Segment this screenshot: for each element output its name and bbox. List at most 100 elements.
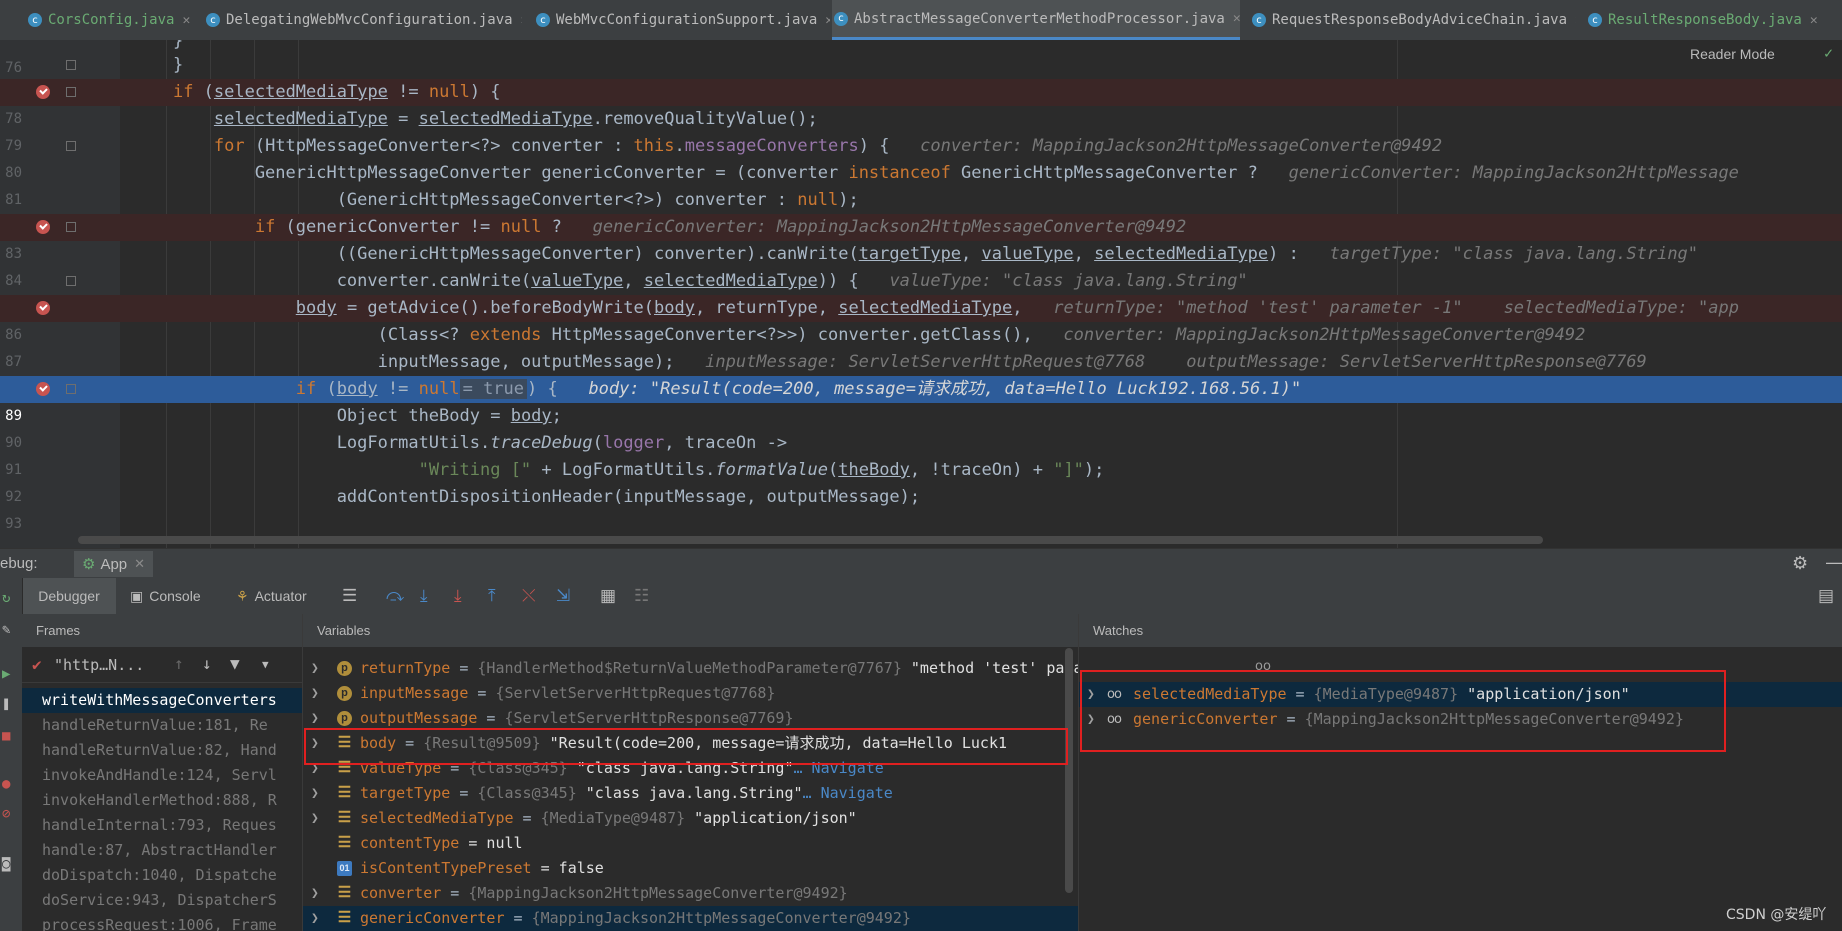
breakpoint-icon[interactable] (36, 301, 50, 315)
code-line: 87 (Class<? extends HttpMessageConverter… (5, 325, 1586, 370)
close-icon[interactable]: ✕ (182, 13, 190, 28)
expand-arrow-icon[interactable]: ❯ (311, 681, 319, 706)
close-icon[interactable]: ✕ (1233, 11, 1240, 26)
frame-item[interactable]: handleReturnValue:181, Re (22, 713, 302, 738)
run-config-tab-app[interactable]: ⚙ App ✕ (74, 551, 154, 577)
frame-item[interactable]: doDispatch:1040, Dispatche (22, 863, 302, 888)
breakpoint-icon[interactable] (36, 220, 50, 234)
class-icon: c (1588, 13, 1602, 27)
expand-arrow-icon[interactable]: ❯ (311, 656, 319, 681)
vertical-scrollbar[interactable] (1065, 648, 1073, 893)
code-editor[interactable]: 76 } 77 } 78 if (selectedMediaType != nu… (0, 40, 1842, 548)
tab-console[interactable]: ▣ Console (130, 578, 201, 614)
expand-arrow-icon[interactable]: ❯ (311, 781, 319, 806)
variable-row[interactable]: ☰ contentType = null (303, 831, 1078, 856)
close-icon[interactable]: ✕ (521, 13, 522, 28)
step-out-icon[interactable]: ⤒ (488, 586, 496, 606)
tab-debugger-label: Debugger (38, 588, 100, 604)
variable-row[interactable]: ❯ ☰ targetType = {Class@345} "class java… (303, 781, 1078, 806)
layout-icon[interactable]: ▤ (1818, 586, 1834, 606)
frame-item[interactable]: handleInternal:793, Reques (22, 813, 302, 838)
minimize-icon[interactable]: — (1826, 552, 1842, 573)
tab-actuator[interactable]: ⚘ Actuator (236, 578, 307, 614)
frame-item[interactable]: handleReturnValue:82, Hand (22, 738, 302, 763)
close-icon[interactable]: ✕ (1810, 13, 1818, 28)
expand-arrow-icon[interactable]: ❯ (311, 806, 319, 831)
fold-icon[interactable] (66, 87, 76, 97)
tab-abstract-message-converter[interactable]: c AbstractMessageConverterMethodProcesso… (832, 0, 1240, 40)
fold-icon[interactable] (66, 384, 76, 394)
drop-frame-icon[interactable]: ⤬ (522, 586, 536, 606)
chevron-down-icon[interactable]: ▼ (262, 658, 269, 671)
breakpoint-icon[interactable] (36, 382, 50, 396)
frame-item[interactable]: invokeAndHandle:124, Servl (22, 763, 302, 788)
horizontal-scrollbar[interactable] (78, 536, 1543, 544)
tab-result-response-body[interactable]: c ResultResponseBody.java ✕ (1586, 0, 1842, 40)
fold-icon[interactable] (66, 141, 76, 151)
close-icon[interactable]: ✕ (1575, 13, 1576, 28)
tab-webmvc-config-support[interactable]: c WebMvcConfigurationSupport.java ✕ (534, 0, 830, 40)
tab-request-response-body-advice[interactable]: c RequestResponseBodyAdviceChain.java ✕ (1250, 0, 1576, 40)
variable-row[interactable]: ❯ ☰ genericConverter = {MappingJackson2H… (303, 906, 1078, 931)
force-step-into-icon[interactable]: ⤓ (454, 586, 462, 606)
close-icon[interactable]: ✕ (825, 13, 830, 28)
variables-panel: Variables ❯ p returnType = {HandlerMetho… (303, 614, 1079, 931)
run-to-cursor-icon[interactable]: ⇲ (556, 586, 570, 606)
tab-delegating-webmvc[interactable]: c DelegatingWebMvcConfiguration.java ✕ (204, 0, 522, 40)
code-line: 81 GenericHttpMessageConverter genericCo… (5, 163, 1739, 208)
camera-icon[interactable]: ◙ (2, 856, 10, 872)
evaluate-expression-icon[interactable]: ▦ (600, 586, 616, 606)
arrow-down-icon[interactable]: ↓ (202, 654, 212, 673)
fold-icon[interactable] (66, 276, 76, 286)
expand-arrow-icon[interactable]: ❯ (311, 881, 319, 906)
code-line: 79 selectedMediaType = selectedMediaType… (5, 109, 818, 154)
step-over-icon[interactable]: ⤼ (386, 586, 404, 606)
expand-arrow-icon[interactable]: ❯ (311, 906, 319, 931)
wrench-icon[interactable]: ✎ (2, 622, 10, 638)
tab-debugger[interactable]: Debugger (22, 578, 116, 614)
variable-row[interactable]: ❯ ☰ converter = {MappingJackson2HttpMess… (303, 881, 1078, 906)
frame-item[interactable]: writeWithMessageConverters (22, 688, 302, 713)
field-icon: ☰ (337, 909, 352, 926)
close-icon[interactable]: ✕ (134, 556, 145, 572)
tab-actuator-label: Actuator (254, 588, 307, 604)
fold-icon[interactable] (66, 60, 76, 70)
frame-item[interactable]: processRequest:1006, Frame (22, 913, 302, 931)
view-breakpoints-icon[interactable]: ● (2, 776, 10, 792)
step-into-icon[interactable]: ⤓ (420, 586, 428, 606)
current-execution-line: 89 if (body != null = true) { body: "Resu… (0, 376, 1842, 424)
menu-lines-icon[interactable]: ☰ (342, 586, 357, 606)
breakpoint-icon[interactable] (36, 85, 50, 99)
pause-icon[interactable]: ❚ (2, 696, 10, 712)
gear-icon[interactable]: ⚙ (1792, 553, 1808, 574)
trace-stream-icon[interactable]: ☷ (634, 586, 649, 606)
variable-row[interactable]: ❯ p inputMessage = {ServletServerHttpReq… (303, 681, 1078, 706)
arrow-up-icon[interactable]: ↑ (174, 654, 184, 673)
spring-boot-icon: ⚙ (82, 556, 96, 573)
editor-tab-bar: c CorsConfig.java ✕ c DelegatingWebMvcCo… (0, 0, 1842, 41)
code-line: 85 converter.canWrite(valueType, selecte… (0, 268, 1842, 316)
mute-breakpoints-icon[interactable]: ⊘ (2, 806, 10, 822)
frame-item[interactable]: handle:87, AbstractHandler (22, 838, 302, 863)
navigate-link[interactable]: … Navigate (803, 784, 893, 802)
rerun-icon[interactable]: ↻ (2, 590, 10, 606)
check-icon[interactable]: ✓ (1824, 44, 1833, 62)
tab-console-label: Console (149, 588, 201, 604)
variable-row[interactable]: 01 isContentTypePreset = false (303, 856, 1078, 881)
thread-selector[interactable]: "http…N... (54, 656, 144, 674)
filter-icon[interactable]: ▼ (230, 654, 240, 673)
class-icon: c (206, 13, 220, 27)
resume-icon[interactable]: ▶ (2, 666, 10, 682)
tab-label: ResultResponseBody.java (1608, 12, 1802, 28)
frame-item[interactable]: doService:943, DispatcherS (22, 888, 302, 913)
reader-mode-toggle[interactable]: Reader Mode (1690, 46, 1775, 62)
frame-item[interactable]: invokeHandlerMethod:888, R (22, 788, 302, 813)
code-line: 90 Object theBody = body; (5, 406, 562, 451)
fold-icon[interactable] (66, 222, 76, 232)
tab-cors-config[interactable]: c CorsConfig.java ✕ (26, 0, 196, 40)
stop-icon[interactable]: ■ (2, 728, 10, 744)
variable-row[interactable]: ❯ p returnType = {HandlerMethod$ReturnVa… (303, 656, 1078, 681)
highlight-box-watches (1080, 670, 1726, 752)
variable-row[interactable]: ❯ ☰ selectedMediaType = {MediaType@9487}… (303, 806, 1078, 831)
watches-panel: Watches oo ❯ oo selectedMediaType = {Med… (1079, 614, 1842, 931)
